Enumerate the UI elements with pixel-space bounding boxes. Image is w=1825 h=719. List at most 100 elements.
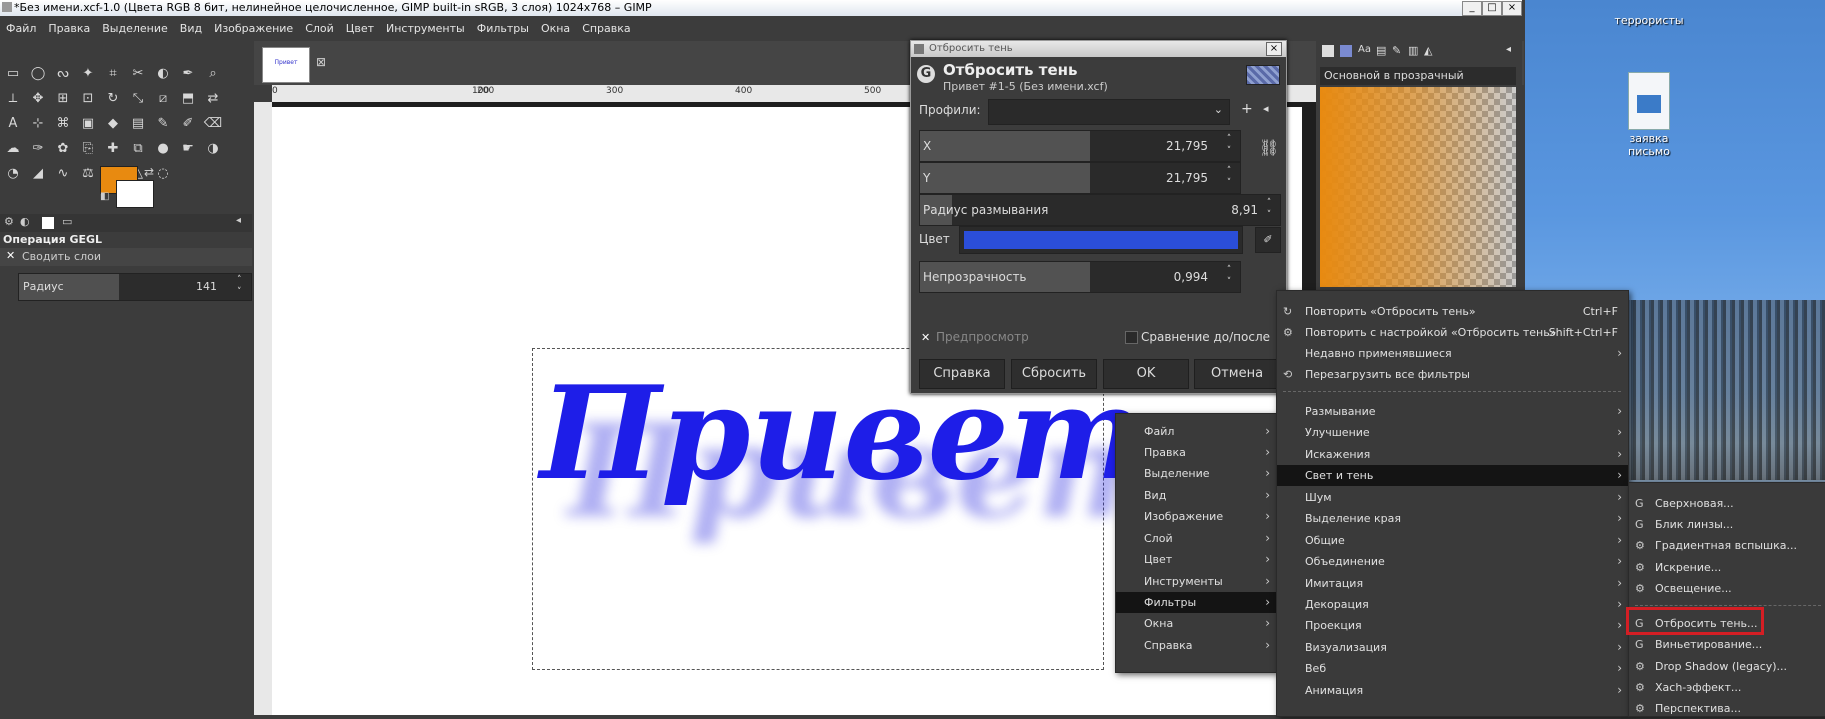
paint-dynamics-tab-icon[interactable]: ✎ <box>1392 44 1401 57</box>
y-spinner[interactable]: ˄ ˅ <box>1222 165 1236 189</box>
blur-icon[interactable]: ● <box>152 138 174 160</box>
context-item-view[interactable]: Вид › <box>1116 485 1276 506</box>
preview-checkbox[interactable]: ✕ <box>921 331 930 344</box>
filter-cat-item[interactable]: Улучшение › <box>1277 422 1628 443</box>
tool-options-tab-icon[interactable]: ⚙ <box>4 215 14 228</box>
light-item[interactable]: ⚙ Перспектива... <box>1629 698 1825 719</box>
gradient-preview[interactable] <box>1320 87 1516 287</box>
merge-layers-row[interactable]: ✕ Сводить слои <box>0 248 252 266</box>
menu-file[interactable]: Файл <box>0 17 42 41</box>
align-icon[interactable]: ⊞ <box>52 88 74 110</box>
color-picker-icon[interactable]: ◔ <box>2 163 24 185</box>
measure-icon[interactable]: ⟂ <box>2 88 24 110</box>
patterns-tab-icon[interactable] <box>1340 45 1352 57</box>
maximize-button[interactable]: □ <box>1482 1 1502 16</box>
airbrush-icon[interactable]: ☁ <box>2 138 24 160</box>
pencil-icon[interactable]: ✎ <box>152 113 174 135</box>
context-item-tools[interactable]: Инструменты › <box>1116 571 1276 592</box>
gradient-tool-icon[interactable]: ▤ <box>127 113 149 135</box>
smudge-icon[interactable]: ☛ <box>177 138 199 160</box>
light-item[interactable]: ⚙ Искрение... <box>1629 557 1825 578</box>
menu-select[interactable]: Выделение <box>96 17 174 41</box>
lasso-icon[interactable]: ᔓ <box>52 63 74 85</box>
filter-cat-item[interactable]: Декорация › <box>1277 594 1628 615</box>
warp-icon[interactable]: ⌘ <box>52 113 74 135</box>
crop-tool-icon[interactable]: ⊡ <box>77 88 99 110</box>
filter-cat-item[interactable]: Визуализация › <box>1277 637 1628 658</box>
context-item-color[interactable]: Цвет › <box>1116 549 1276 570</box>
context-item-edit[interactable]: Правка › <box>1116 442 1276 463</box>
move-icon[interactable]: ✥ <box>27 88 49 110</box>
light-item[interactable]: G Сверхновая... <box>1629 493 1825 514</box>
context-item-select[interactable]: Выделение › <box>1116 463 1276 484</box>
desaturate-icon[interactable]: ◌ <box>152 163 174 185</box>
close-tab-icon[interactable]: ⊠ <box>316 55 326 69</box>
context-item-windows[interactable]: Окна › <box>1116 613 1276 634</box>
menu-layer[interactable]: Слой <box>299 17 340 41</box>
filter-repeat-item[interactable]: ↻ Повторить «Отбросить тень» Ctrl+F <box>1277 301 1628 322</box>
menu-tools[interactable]: Инструменты <box>380 17 471 41</box>
filter-reshow-item[interactable]: ⚙ Повторить с настройкой «Отбросить тень»… <box>1277 322 1628 343</box>
preset-menu-icon[interactable]: ◂ <box>1263 102 1269 115</box>
filter-cat-item[interactable]: Выделение края › <box>1277 508 1628 529</box>
filter-cat-item[interactable]: Шум › <box>1277 487 1628 508</box>
context-item-image[interactable]: Изображение › <box>1116 506 1276 527</box>
bucket-fill-icon[interactable]: ◆ <box>102 113 124 135</box>
mypaint-icon[interactable]: ✿ <box>52 138 74 160</box>
document-tab-icon[interactable]: ▤ <box>1376 44 1386 57</box>
text-tool-icon[interactable]: A <box>2 113 24 135</box>
image-tab-thumbnail[interactable]: Привет <box>262 47 310 83</box>
device-status-tab-icon[interactable]: ◐ <box>20 215 30 228</box>
ok-button[interactable]: OK <box>1103 359 1189 389</box>
brushes-tab-icon[interactable] <box>1322 45 1334 57</box>
menu-help[interactable]: Справка <box>576 17 636 41</box>
filter-cat-light-shadow[interactable]: Свет и тень › <box>1277 465 1628 486</box>
shadow-color-button[interactable] <box>959 226 1243 254</box>
images-tab-icon[interactable]: ▭ <box>62 215 72 228</box>
swap-colors-icon[interactable]: ⇄ <box>144 165 154 179</box>
brush-icon[interactable]: ✐ <box>177 113 199 135</box>
menu-view[interactable]: Вид <box>174 17 208 41</box>
chain-link-icon[interactable]: ⛓ <box>1259 139 1279 157</box>
dodge-icon[interactable]: ◑ <box>202 138 224 160</box>
light-item[interactable]: G Виньетирование... <box>1629 634 1825 655</box>
dock-menu-icon[interactable]: ◂ <box>1506 44 1511 55</box>
add-preset-icon[interactable]: + <box>1241 101 1253 117</box>
zoom-icon[interactable]: ⌕ <box>202 63 224 85</box>
levels-icon[interactable]: ◢ <box>27 163 49 185</box>
menu-windows[interactable]: Окна <box>535 17 576 41</box>
minimize-button[interactable]: _ <box>1462 1 1482 16</box>
reset-colors-icon[interactable]: ◧ <box>100 191 109 202</box>
crop-icon[interactable]: ⌗ <box>102 63 124 85</box>
clone-icon[interactable]: ⎘ <box>77 138 99 160</box>
filter-cat-item[interactable]: Анимация › <box>1277 680 1628 701</box>
help-button[interactable]: Справка <box>919 359 1005 389</box>
gradient-tab-icon[interactable]: ▥ <box>1408 44 1418 57</box>
menu-color[interactable]: Цвет <box>340 17 380 41</box>
fonts-tab-icon[interactable]: Aa <box>1358 44 1371 55</box>
flip-icon[interactable]: ⇄ <box>202 88 224 110</box>
light-item[interactable]: ⚙ Освещение... <box>1629 578 1825 599</box>
menu-edit[interactable]: Правка <box>42 17 96 41</box>
context-item-filters[interactable]: Фильтры › <box>1116 592 1276 613</box>
foreground-select-icon[interactable]: ◐ <box>152 63 174 85</box>
histogram-tab-icon[interactable]: ◭ <box>1424 44 1432 57</box>
cage-icon[interactable]: ▣ <box>77 113 99 135</box>
profiles-select[interactable]: ⌄ <box>988 99 1230 125</box>
shear-icon[interactable]: ⧄ <box>152 88 174 110</box>
menu-filters[interactable]: Фильтры <box>471 17 535 41</box>
vertical-ruler[interactable] <box>254 102 272 715</box>
undo-tab-icon[interactable] <box>42 217 54 229</box>
filter-reload-item[interactable]: ⟲ Перезагрузить все фильтры <box>1277 364 1628 385</box>
light-item[interactable]: G Блик линзы... <box>1629 514 1825 535</box>
paths-icon[interactable]: ✒ <box>177 63 199 85</box>
filter-cat-item[interactable]: Веб › <box>1277 658 1628 679</box>
curves-icon[interactable]: ∿ <box>52 163 74 185</box>
opacity-field[interactable]: Непрозрачность 0,994 ˄ ˅ <box>919 261 1241 293</box>
dialog-close-icon[interactable]: × <box>1266 42 1282 56</box>
perspective-clone-icon[interactable]: ⧉ <box>127 138 149 160</box>
x-spinner[interactable]: ˄ ˅ <box>1222 133 1236 157</box>
transform-icon[interactable]: ⊹ <box>27 113 49 135</box>
ink-icon[interactable]: ✑ <box>27 138 49 160</box>
perspective-icon[interactable]: ⬒ <box>177 88 199 110</box>
